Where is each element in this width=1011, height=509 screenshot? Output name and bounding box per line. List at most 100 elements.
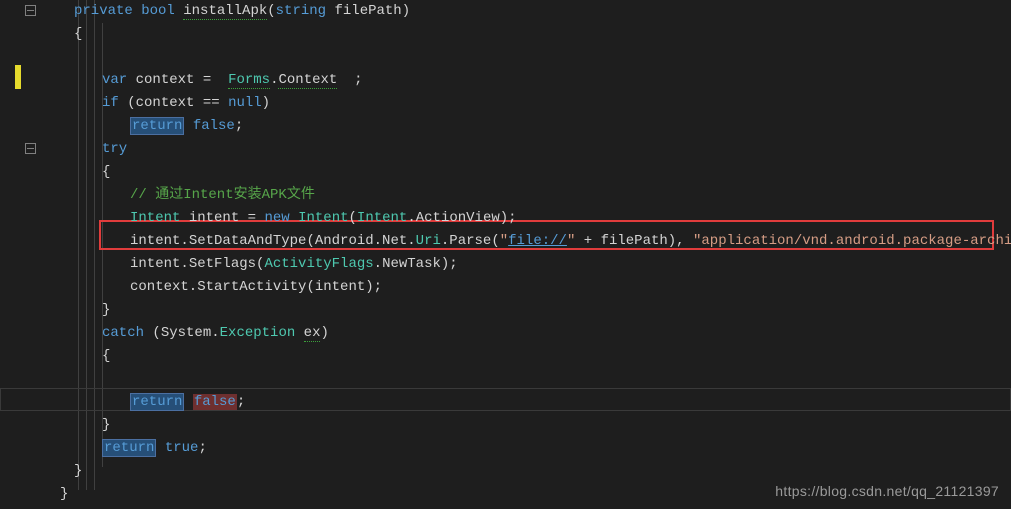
method-name: installApk	[183, 3, 267, 20]
code-line[interactable]: try	[42, 138, 1011, 161]
keyword-string: string	[276, 3, 326, 19]
operator: ==	[203, 95, 220, 111]
punct: )	[402, 3, 410, 19]
parameter: filePath	[334, 3, 401, 19]
operator: =	[203, 72, 211, 88]
keyword-if: if	[102, 95, 119, 111]
code-line[interactable]: {	[42, 23, 1011, 46]
keyword-false: false	[193, 394, 237, 410]
code-line[interactable]: }	[42, 414, 1011, 437]
punct: )	[320, 325, 328, 341]
punct: (	[127, 95, 135, 111]
identifier: filePath	[601, 233, 668, 249]
string-url-link[interactable]: file://	[508, 233, 567, 249]
code-line[interactable]: var context = Forms.Context ;	[42, 69, 1011, 92]
punct: .	[374, 256, 382, 272]
watermark: https://blog.csdn.net/qq_21121397	[775, 480, 999, 503]
punct: );	[500, 210, 517, 226]
punct: );	[441, 256, 458, 272]
comment: // 通过Intent安装APK文件	[130, 187, 315, 203]
keyword-return: return	[102, 439, 156, 457]
identifier: ex	[304, 325, 321, 342]
code-line[interactable]: private bool installApk(string filePath)	[42, 0, 1011, 23]
keyword-new: new	[264, 210, 289, 226]
code-area[interactable]: private bool installApk(string filePath)…	[42, 0, 1011, 506]
modified-marker	[15, 65, 21, 89]
identifier: NewTask	[382, 256, 441, 272]
method-call: SetDataAndType	[189, 233, 307, 249]
namespace: Android.Net.	[315, 233, 416, 249]
punct: ;	[354, 72, 362, 88]
keyword-catch: catch	[102, 325, 144, 341]
keyword-private: private	[74, 3, 133, 19]
fold-toggle-icon[interactable]	[25, 143, 36, 154]
identifier: Context	[278, 72, 337, 89]
operator: +	[575, 233, 600, 249]
code-line[interactable]: if (context == null)	[42, 92, 1011, 115]
brace: {	[74, 26, 82, 42]
space	[295, 325, 303, 341]
keyword-var: var	[102, 72, 127, 88]
method-call: StartActivity	[197, 279, 306, 295]
method-call: Parse	[449, 233, 491, 249]
code-line[interactable]: intent.SetDataAndType(Android.Net.Uri.Pa…	[42, 230, 1011, 253]
code-line[interactable]	[42, 368, 1011, 391]
type-name: Intent	[357, 210, 407, 226]
namespace: System.	[161, 325, 220, 341]
code-line[interactable]: {	[42, 345, 1011, 368]
punct: ;	[198, 440, 206, 456]
code-line[interactable]: return false;	[42, 115, 1011, 138]
code-line[interactable]: // 通过Intent安装APK文件	[42, 184, 1011, 207]
identifier: context	[136, 95, 195, 111]
type-name: Exception	[220, 325, 296, 341]
type-name: Uri	[416, 233, 441, 249]
code-line[interactable]: {	[42, 161, 1011, 184]
punct: );	[365, 279, 382, 295]
punct: (	[491, 233, 499, 249]
identifier: intent.	[130, 256, 189, 272]
type-name: Intent	[298, 210, 348, 226]
type-name: Forms	[228, 72, 270, 89]
brace: }	[60, 486, 68, 502]
method-call: SetFlags	[189, 256, 256, 272]
gutter	[0, 0, 42, 509]
code-line[interactable]: return true;	[42, 437, 1011, 460]
brace: }	[102, 302, 110, 318]
punct: (	[152, 325, 160, 341]
code-line[interactable]: intent.SetFlags(ActivityFlags.NewTask);	[42, 253, 1011, 276]
brace: }	[74, 463, 82, 479]
keyword-return: return	[130, 117, 184, 135]
brace: {	[102, 348, 110, 364]
punct: (	[267, 3, 275, 19]
punct: )	[262, 95, 270, 111]
code-line[interactable]	[42, 46, 1011, 69]
code-line[interactable]: catch (System.Exception ex)	[42, 322, 1011, 345]
punct: ;	[237, 394, 245, 410]
type-name: Intent	[130, 210, 180, 226]
identifier: context.	[130, 279, 197, 295]
brace: }	[102, 417, 110, 433]
punct: ),	[668, 233, 693, 249]
punct: .	[407, 210, 415, 226]
keyword-false: false	[193, 118, 235, 134]
identifier: intent.	[130, 233, 189, 249]
string-quote: "	[500, 233, 508, 249]
punct: (	[306, 279, 314, 295]
fold-toggle-icon[interactable]	[25, 5, 36, 16]
identifier: intent	[315, 279, 365, 295]
keyword-null: null	[228, 95, 262, 111]
code-line[interactable]: }	[42, 299, 1011, 322]
keyword-true: true	[165, 440, 199, 456]
brace: {	[102, 164, 110, 180]
code-line[interactable]: context.StartActivity(intent);	[42, 276, 1011, 299]
identifier: intent	[189, 210, 239, 226]
keyword-bool: bool	[141, 3, 175, 19]
type-name: ActivityFlags	[264, 256, 373, 272]
keyword-return: return	[130, 393, 184, 411]
identifier: ActionView	[416, 210, 500, 226]
code-line[interactable]: return false;	[42, 391, 1011, 414]
code-line[interactable]: Intent intent = new Intent(Intent.Action…	[42, 207, 1011, 230]
code-editor[interactable]: private bool installApk(string filePath)…	[0, 0, 1011, 509]
keyword-try: try	[102, 141, 127, 157]
punct: (	[306, 233, 314, 249]
